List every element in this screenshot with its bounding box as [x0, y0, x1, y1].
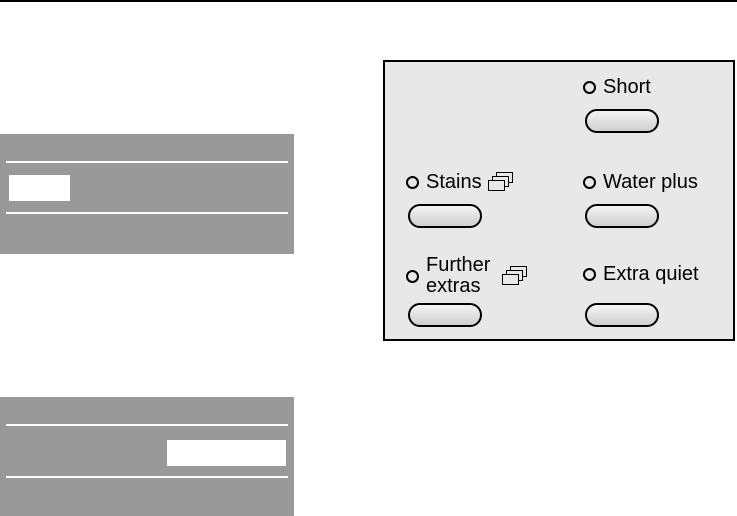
option-stains-label: Stains [426, 171, 482, 193]
display-highlight-block [9, 175, 70, 201]
option-short: Short [583, 76, 651, 98]
display-divider [6, 161, 288, 163]
further-extras-button[interactable] [408, 303, 482, 327]
indicator-led-icon [406, 175, 419, 189]
top-rule [0, 0, 737, 2]
stains-button[interactable] [408, 204, 482, 228]
stacked-pages-icon [487, 172, 514, 192]
display-highlight-block [167, 440, 286, 466]
display-divider [6, 476, 288, 478]
display-divider [6, 212, 288, 214]
indicator-led-icon [406, 269, 419, 283]
water-plus-button[interactable] [585, 204, 659, 228]
display-divider [6, 424, 288, 426]
option-short-label: Short [603, 76, 651, 98]
option-water-plus-label: Water plus [603, 171, 698, 193]
display-panel-upper [0, 134, 294, 254]
short-button[interactable] [585, 109, 659, 133]
indicator-led-icon [583, 175, 596, 189]
option-extra-quiet-label: Extra quiet [603, 263, 699, 285]
stacked-pages-icon [502, 266, 528, 286]
indicator-led-icon [583, 80, 596, 94]
option-further-extras-label: Further extras [426, 254, 491, 297]
option-extra-quiet: Extra quiet [583, 263, 699, 285]
option-stains: Stains [406, 171, 514, 193]
option-water-plus: Water plus [583, 171, 698, 193]
indicator-led-icon [583, 267, 596, 281]
extra-quiet-button[interactable] [585, 303, 659, 327]
display-panel-lower [0, 397, 294, 516]
option-control-panel: Short Stains Water plus Further extras E… [383, 60, 735, 341]
option-further-extras: Further extras [406, 255, 528, 297]
